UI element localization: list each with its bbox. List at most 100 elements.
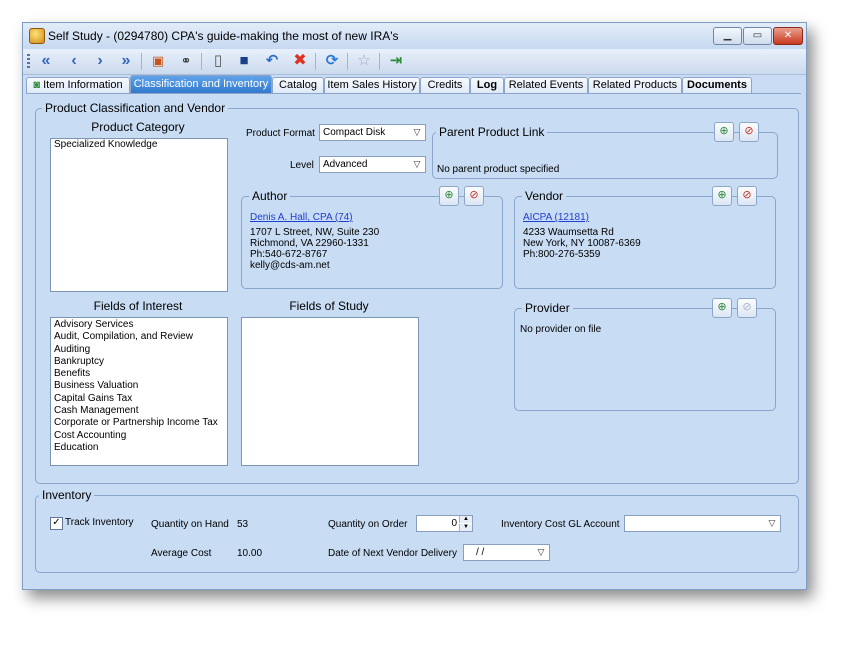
tab-item-sales-history[interactable]: Item Sales History [324,77,420,94]
list-item[interactable]: Capital Gains Tax [51,393,227,405]
list-item[interactable]: Auditing [51,344,227,356]
fields-of-study-list[interactable] [241,317,419,466]
product-format-label: Product Format [246,128,315,139]
address-line: Richmond, VA 22960-1331 [250,238,369,249]
product-format-select[interactable]: Compact Disk ▽ [319,124,426,141]
tab-related-events[interactable]: Related Events [504,77,588,94]
toolbar-separator [347,53,348,70]
address-line: New York, NY 10087-6369 [523,238,641,249]
chevron-down-icon[interactable]: ▽ [409,125,425,140]
parent-link-text: No parent product specified [437,164,560,175]
list-item[interactable]: Bankruptcy [51,356,227,368]
author-link[interactable]: Denis A. Hall, CPA (74) [250,212,353,223]
chevron-down-icon[interactable]: ▽ [764,516,780,531]
tab-related-products[interactable]: Related Products [588,77,682,94]
classification-group-label: Product Classification and Vendor [42,101,229,115]
tab-item-information[interactable]: ◙ Item Information [26,77,130,94]
book-icon[interactable]: ▣ [147,51,169,71]
toolbar-separator [141,53,142,70]
tab-log[interactable]: Log [470,77,504,94]
next-icon[interactable]: › [89,51,111,71]
maximize-button[interactable]: ▭ [743,27,772,45]
tab-label: Related Events [508,79,584,91]
tab-credits[interactable]: Credits [420,77,470,94]
remove-author-icon[interactable]: ⊘ [464,186,484,206]
classification-group: Product Classification and Vendor Produc… [35,101,799,484]
provider-group: Provider ⊕ ⊘ No provider on file [514,298,776,411]
remove-link-icon[interactable]: ⊘ [739,122,759,142]
quantity-on-order-label: Quantity on Order [328,519,408,530]
quantity-on-order-stepper[interactable]: 0 ▲ ▼ [416,515,473,532]
tab-label: Related Products [592,79,678,91]
view-icon[interactable]: ⚭ [175,51,197,71]
fields-of-interest-list[interactable]: Advisory Services Audit, Compilation, and… [50,317,228,466]
tab-label: Catalog [279,79,317,91]
level-select[interactable]: Advanced ▽ [319,156,426,173]
next-delivery-date[interactable]: / / ▽ [463,544,550,561]
author-label: Author [249,189,291,203]
quantity-on-hand-label: Quantity on Hand [151,519,229,530]
new-icon[interactable]: ▯ [207,51,229,71]
list-item[interactable]: Corporate or Partnership Income Tax [51,417,227,429]
list-item[interactable]: Benefits [51,368,227,380]
toolbar-separator [201,53,202,70]
spin-up-icon[interactable]: ▲ [459,516,472,523]
toolbar-grip[interactable] [27,54,30,69]
inventory-group: Inventory ✓ Track Inventory Quantity on … [35,488,799,573]
add-author-icon[interactable]: ⊕ [439,186,459,206]
close-button[interactable]: ✕ [773,27,803,45]
add-link-icon[interactable]: ⊕ [714,122,734,142]
vendor-link[interactable]: AICPA (12181) [523,212,589,223]
list-item[interactable]: Cash Management [51,405,227,417]
minimize-button[interactable]: ▁ [713,27,742,45]
product-format-value: Compact Disk [323,127,386,138]
add-provider-icon[interactable]: ⊕ [712,298,732,318]
spin-down-icon[interactable]: ▼ [459,524,472,531]
author-address: 1707 L Street, NW, Suite 230 Richmond, VA… [250,227,379,271]
tab-classification-and-inventory[interactable]: Classification and Inventory [130,75,272,94]
list-item[interactable]: Specialized Knowledge [51,139,227,151]
remove-provider-icon[interactable]: ⊘ [737,298,757,318]
vendor-label: Vendor [522,189,567,203]
gl-account-select[interactable]: ▽ [624,515,781,532]
list-item[interactable]: Audit, Compilation, and Review [51,331,227,343]
level-value: Advanced [323,159,368,170]
list-item[interactable]: Education [51,442,227,454]
first-icon[interactable]: « [35,51,57,71]
last-icon[interactable]: » [115,51,137,71]
exit-icon[interactable]: ⇥ [385,51,407,71]
save-icon[interactable]: ■ [233,51,255,71]
address-line: kelly@cds-am.net [250,260,330,271]
delete-icon[interactable]: ✖ [289,51,311,71]
gl-account-label: Inventory Cost GL Account [501,519,620,530]
window-title: Self Study - (0294780) CPA's guide-makin… [48,29,399,43]
remove-vendor-icon[interactable]: ⊘ [737,186,757,206]
list-item[interactable]: Cost Accounting [51,430,227,442]
next-delivery-value: / / [476,547,485,558]
tab-catalog[interactable]: Catalog [272,77,324,94]
fields-of-study-heading: Fields of Study [289,299,369,313]
undo-icon[interactable]: ↶ [261,51,283,71]
list-item[interactable]: Advisory Services [51,319,227,331]
tab-label: Credits [427,79,463,91]
level-label: Level [290,160,314,171]
chevron-down-icon[interactable]: ▽ [409,157,425,172]
chevron-down-icon[interactable]: ▽ [533,545,549,560]
list-item[interactable]: Business Valuation [51,380,227,392]
parent-link-label: Parent Product Link [436,125,548,139]
track-inventory-checkbox[interactable]: ✓ [50,517,63,530]
tab-documents[interactable]: Documents [682,77,752,94]
average-cost-value: 10.00 [237,548,263,559]
provider-text: No provider on file [520,324,602,335]
toolbar-separator [315,53,316,70]
track-inventory-label: Track Inventory [65,517,134,528]
inventory-group-label: Inventory [39,488,95,502]
favorite-icon[interactable]: ☆ [353,51,375,71]
product-category-list[interactable]: Specialized Knowledge [50,138,228,292]
previous-icon[interactable]: ‹ [63,51,85,71]
refresh-icon[interactable]: ⟳ [321,51,343,71]
address-line: Ph:800-276-5359 [523,249,601,260]
add-vendor-icon[interactable]: ⊕ [712,186,732,206]
quantity-on-order-value: 0 [451,518,457,529]
address-line: 4233 Waumsetta Rd [523,227,614,238]
